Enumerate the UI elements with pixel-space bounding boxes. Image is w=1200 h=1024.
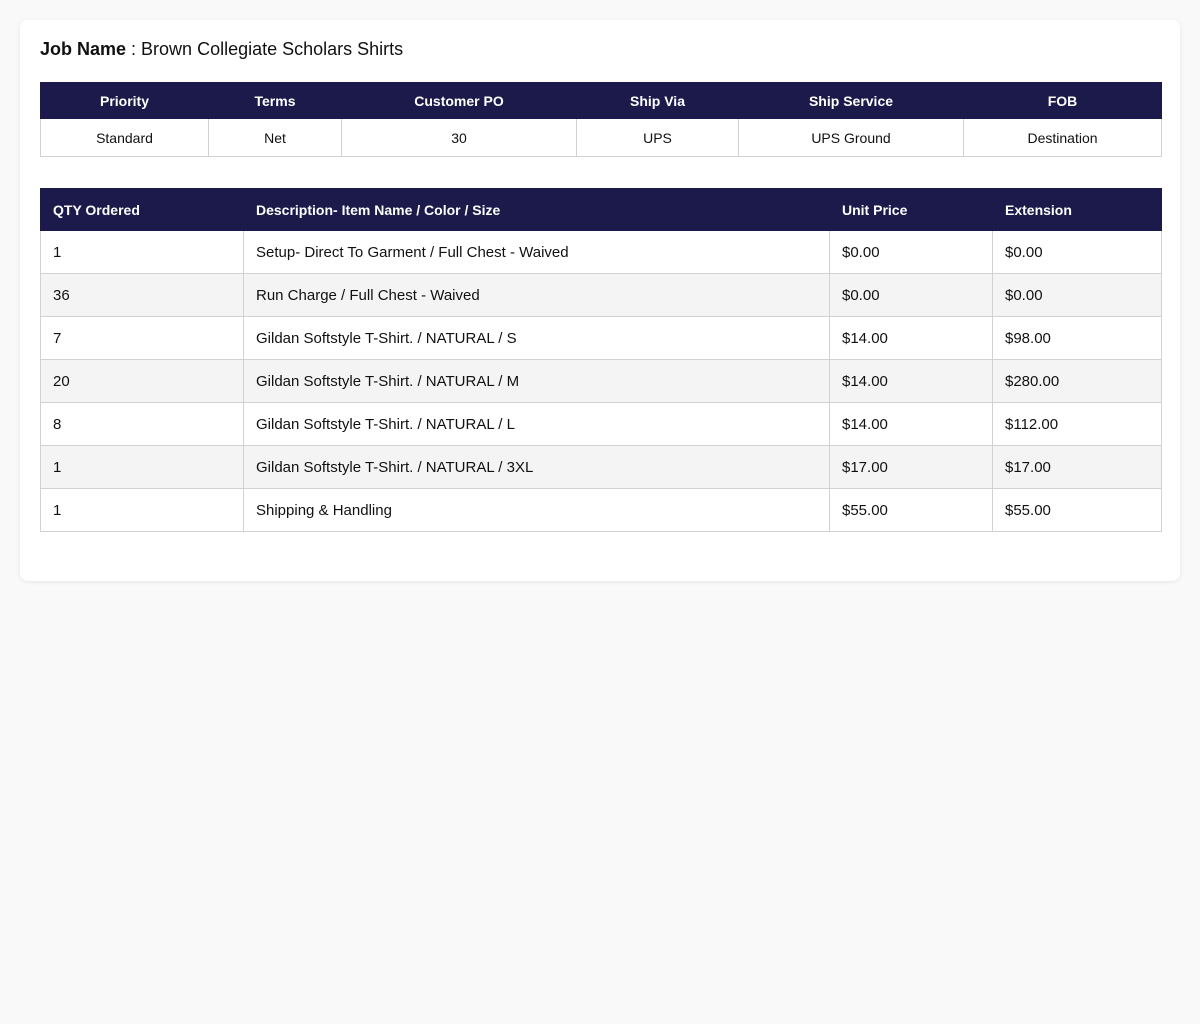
description-cell: Shipping & Handling <box>243 488 830 532</box>
line-items-table: QTY Ordered Description- Item Name / Col… <box>40 188 1162 532</box>
header-description: Description- Item Name / Color / Size <box>243 188 830 231</box>
job-name-value: Brown Collegiate Scholars Shirts <box>141 39 404 59</box>
line-items-header-row: QTY Ordered Description- Item Name / Col… <box>40 188 1162 231</box>
value-ship-service: UPS Ground <box>738 118 964 157</box>
unit-price-cell: $14.00 <box>829 402 993 446</box>
table-row: 8 Gildan Softstyle T-Shirt. / NATURAL / … <box>40 402 1162 446</box>
order-info-header-row: Priority Terms Customer PO Ship Via Ship… <box>40 82 1162 119</box>
qty-cell: 8 <box>40 402 244 446</box>
value-fob: Destination <box>963 118 1162 157</box>
table-row: 1 Shipping & Handling $55.00 $55.00 <box>40 488 1162 532</box>
header-unit-price: Unit Price <box>829 188 993 231</box>
qty-cell: 1 <box>40 488 244 532</box>
table-row: 1 Setup- Direct To Garment / Full Chest … <box>40 230 1162 274</box>
extension-cell: $55.00 <box>992 488 1162 532</box>
description-cell: Setup- Direct To Garment / Full Chest - … <box>243 230 830 274</box>
unit-price-cell: $0.00 <box>829 230 993 274</box>
job-name-separator: : <box>126 39 142 59</box>
header-customer-po: Customer PO <box>341 82 577 119</box>
header-ship-service: Ship Service <box>738 82 964 119</box>
extension-cell: $0.00 <box>992 273 1162 317</box>
unit-price-cell: $55.00 <box>829 488 993 532</box>
description-cell: Gildan Softstyle T-Shirt. / NATURAL / L <box>243 402 830 446</box>
unit-price-cell: $0.00 <box>829 273 993 317</box>
table-row: 20 Gildan Softstyle T-Shirt. / NATURAL /… <box>40 359 1162 403</box>
description-cell: Gildan Softstyle T-Shirt. / NATURAL / 3X… <box>243 445 830 489</box>
value-terms: Net <box>208 118 342 157</box>
value-ship-via: UPS <box>576 118 739 157</box>
order-info-value-row: Standard Net 30 UPS UPS Ground Destinati… <box>40 118 1162 157</box>
unit-price-cell: $17.00 <box>829 445 993 489</box>
table-row: 36 Run Charge / Full Chest - Waived $0.0… <box>40 273 1162 317</box>
extension-cell: $0.00 <box>992 230 1162 274</box>
header-priority: Priority <box>40 82 209 119</box>
qty-cell: 20 <box>40 359 244 403</box>
unit-price-cell: $14.00 <box>829 316 993 360</box>
value-priority: Standard <box>40 118 209 157</box>
qty-cell: 7 <box>40 316 244 360</box>
description-cell: Gildan Softstyle T-Shirt. / NATURAL / S <box>243 316 830 360</box>
job-card: Job Name : Brown Collegiate Scholars Shi… <box>20 20 1180 581</box>
unit-price-cell: $14.00 <box>829 359 993 403</box>
qty-cell: 1 <box>40 230 244 274</box>
value-customer-po: 30 <box>341 118 577 157</box>
header-fob: FOB <box>963 82 1162 119</box>
description-cell: Run Charge / Full Chest - Waived <box>243 273 830 317</box>
qty-cell: 36 <box>40 273 244 317</box>
header-terms: Terms <box>208 82 342 119</box>
extension-cell: $280.00 <box>992 359 1162 403</box>
header-ship-via: Ship Via <box>576 82 739 119</box>
header-extension: Extension <box>992 188 1162 231</box>
qty-cell: 1 <box>40 445 244 489</box>
order-info-table: Priority Terms Customer PO Ship Via Ship… <box>40 82 1162 157</box>
extension-cell: $98.00 <box>992 316 1162 360</box>
extension-cell: $112.00 <box>992 402 1162 446</box>
job-name-label: Job Name <box>40 39 127 59</box>
extension-cell: $17.00 <box>992 445 1162 489</box>
table-row: 7 Gildan Softstyle T-Shirt. / NATURAL / … <box>40 316 1162 360</box>
header-qty-ordered: QTY Ordered <box>40 188 244 231</box>
job-name-line: Job Name : Brown Collegiate Scholars Shi… <box>40 37 403 61</box>
table-row: 1 Gildan Softstyle T-Shirt. / NATURAL / … <box>40 445 1162 489</box>
description-cell: Gildan Softstyle T-Shirt. / NATURAL / M <box>243 359 830 403</box>
